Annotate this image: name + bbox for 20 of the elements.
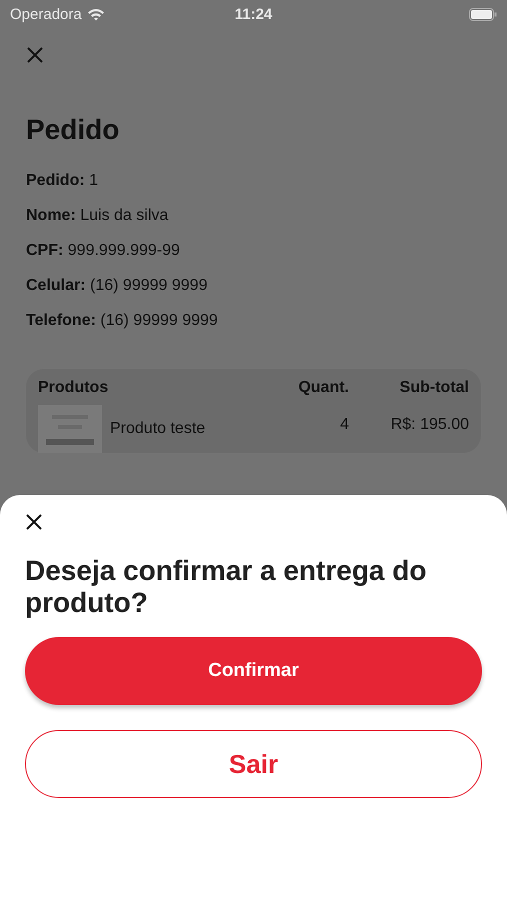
clock-time: 11:24 (234, 6, 272, 22)
column-header: Sub-total (398, 379, 469, 397)
exit-button[interactable]: Sair (25, 730, 482, 798)
info-line: Nome: Luis da silva (26, 207, 170, 225)
confirm-button[interactable]: Confirmar (25, 637, 482, 706)
info-line: Pedido: 1 (26, 172, 100, 190)
subtotal-cell-text: R$: 195.00 (390, 416, 469, 434)
info-line: Celular: (16) 99999 9999 (26, 277, 208, 295)
carrier-name: Operadora (10, 6, 82, 22)
close-icon[interactable] (25, 513, 43, 531)
confirm-question: Deseja confirmar a entrega do produto? (25, 555, 428, 620)
column-header: Produtos (38, 379, 110, 397)
info-line: CPF: 999.999.999-99 (26, 242, 181, 260)
product-name: Produto teste (110, 420, 206, 438)
column-header: Quant. (297, 379, 349, 397)
info-line: Telefone: (16) 99999 9999 (26, 312, 219, 330)
quantity-cell-text: 4 (339, 416, 349, 434)
battery-icon (468, 8, 497, 20)
wifi-icon (86, 8, 105, 20)
page-title: Pedido (26, 114, 120, 146)
